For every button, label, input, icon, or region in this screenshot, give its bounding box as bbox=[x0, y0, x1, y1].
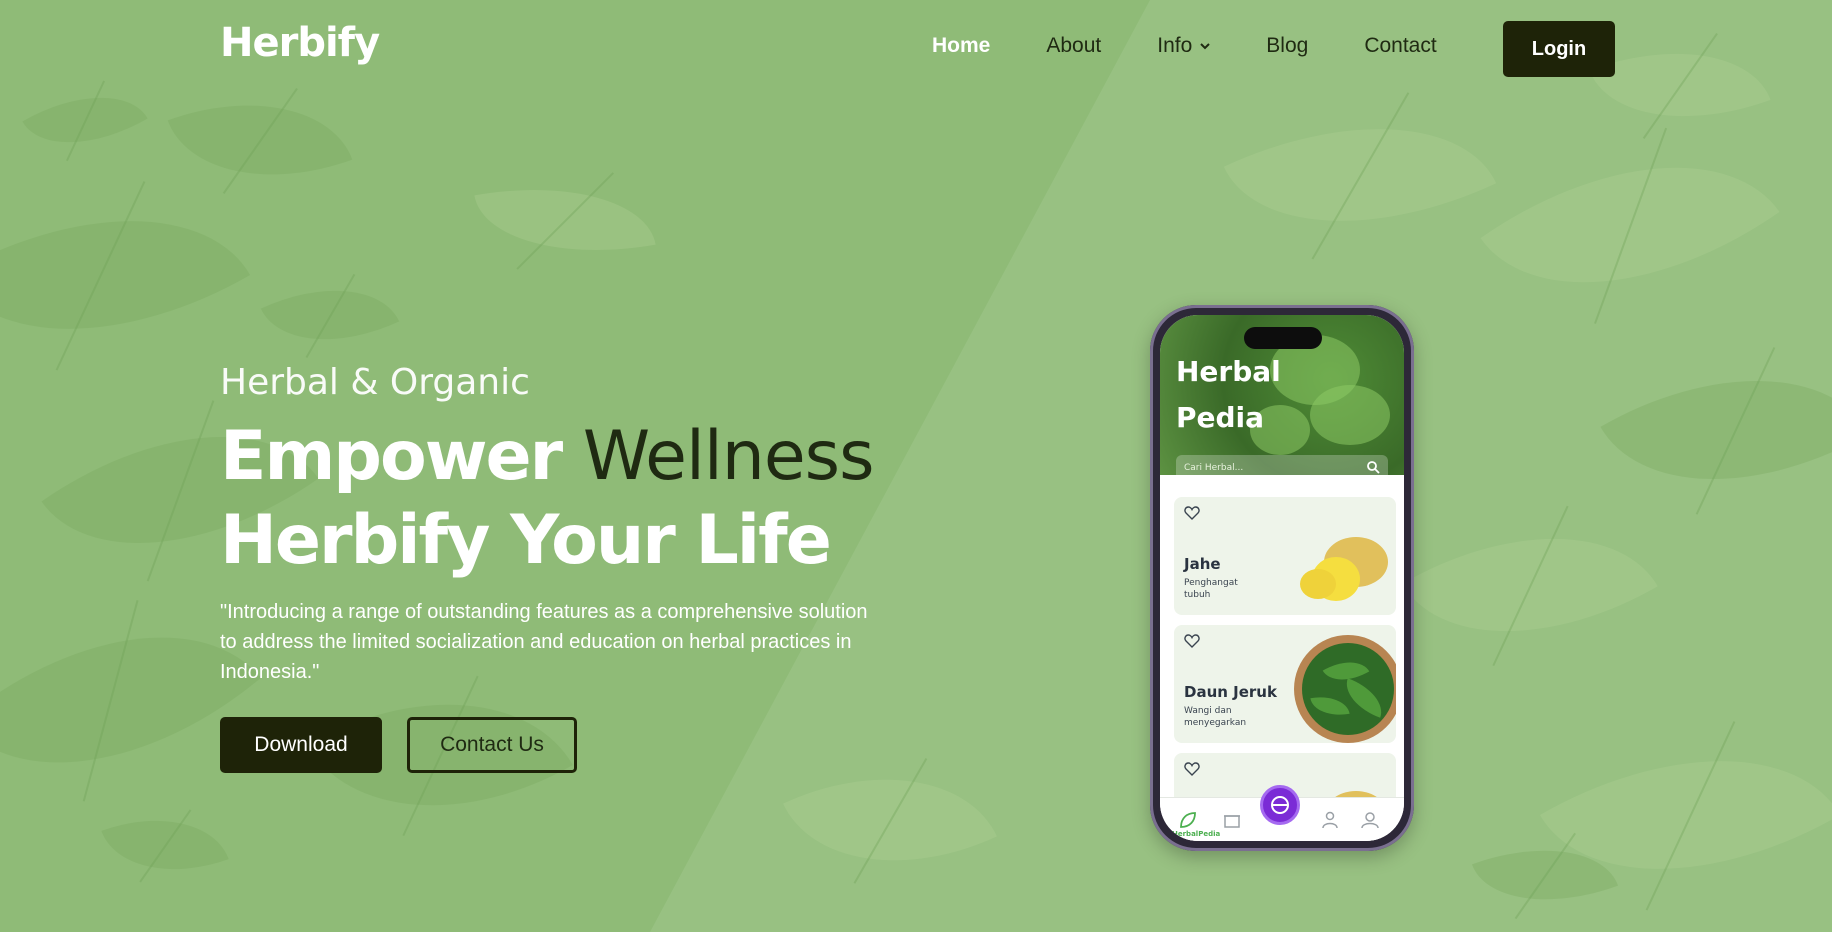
herb-description: Wangi dan menyegarkan bbox=[1184, 706, 1247, 728]
herb-card[interactable]: Daun Jeruk Wangi dan menyegarkan bbox=[1174, 625, 1396, 743]
download-button[interactable]: Download bbox=[220, 717, 382, 773]
dynamic-island bbox=[1244, 327, 1322, 349]
bottom-nav-label: HerbalPedia bbox=[1172, 830, 1221, 838]
hero-headline: Empower Wellness Herbify Your Life bbox=[220, 415, 920, 583]
app-title-line-2: Pedia bbox=[1176, 401, 1265, 434]
phone-screen: Herbal Pedia Cari Herbal... Jahe Penghan… bbox=[1160, 315, 1404, 841]
headline-line-1: Empower Wellness bbox=[220, 415, 920, 499]
hero-subtitle: Herbal & Organic bbox=[220, 362, 530, 403]
leaf-icon[interactable] bbox=[1178, 810, 1198, 830]
nav-links: Home About Info Blog Contact bbox=[932, 34, 1493, 58]
nav-item-info-label: Info bbox=[1157, 34, 1193, 57]
login-button[interactable]: Login bbox=[1503, 21, 1615, 77]
headline-line-2: Herbify Your Life bbox=[220, 501, 832, 580]
search-icon[interactable] bbox=[1366, 460, 1380, 474]
herb-name: Daun Jeruk bbox=[1184, 683, 1277, 701]
profile-icon[interactable] bbox=[1360, 810, 1380, 830]
headline-thin-word: Wellness bbox=[582, 417, 875, 496]
app-title: Herbal Pedia bbox=[1176, 349, 1296, 441]
scan-button[interactable] bbox=[1260, 785, 1300, 825]
app-search-input[interactable]: Cari Herbal... bbox=[1176, 455, 1388, 481]
scan-icon bbox=[1271, 796, 1289, 814]
phone-mockup: Herbal Pedia Cari Herbal... Jahe Penghan… bbox=[1150, 305, 1414, 851]
herb-description: Penghangat tubuh bbox=[1184, 578, 1238, 600]
top-navigation: Herbify Home About Info Blog Contact Log… bbox=[0, 0, 1832, 98]
cta-group: Download Contact Us bbox=[220, 717, 920, 773]
nav-item-about[interactable]: About bbox=[1046, 34, 1101, 58]
hero-section: Herbal & Organic Empower Wellness Herbif… bbox=[220, 362, 920, 773]
herb-card[interactable]: Jahe Penghangat tubuh bbox=[1174, 497, 1396, 615]
brand-logo[interactable]: Herbify bbox=[220, 20, 380, 66]
store-icon[interactable] bbox=[1222, 810, 1242, 830]
nav-item-blog[interactable]: Blog bbox=[1266, 34, 1308, 58]
nav-item-home[interactable]: Home bbox=[932, 34, 990, 58]
chevron-down-icon bbox=[1200, 43, 1210, 50]
herb-name: Jahe bbox=[1184, 555, 1221, 573]
heart-icon[interactable] bbox=[1184, 761, 1200, 777]
app-search-placeholder: Cari Herbal... bbox=[1184, 463, 1244, 473]
hero-description: "Introducing a range of outstanding feat… bbox=[220, 601, 868, 683]
app-title-line-1: Herbal bbox=[1176, 355, 1281, 388]
contact-us-button[interactable]: Contact Us bbox=[407, 717, 577, 773]
heart-icon[interactable] bbox=[1184, 633, 1200, 649]
nav-item-contact[interactable]: Contact bbox=[1364, 34, 1436, 58]
doctor-icon[interactable] bbox=[1320, 810, 1340, 830]
heart-icon[interactable] bbox=[1184, 505, 1200, 521]
nav-item-info[interactable]: Info bbox=[1157, 34, 1210, 58]
headline-bold-word: Empower bbox=[220, 417, 563, 496]
